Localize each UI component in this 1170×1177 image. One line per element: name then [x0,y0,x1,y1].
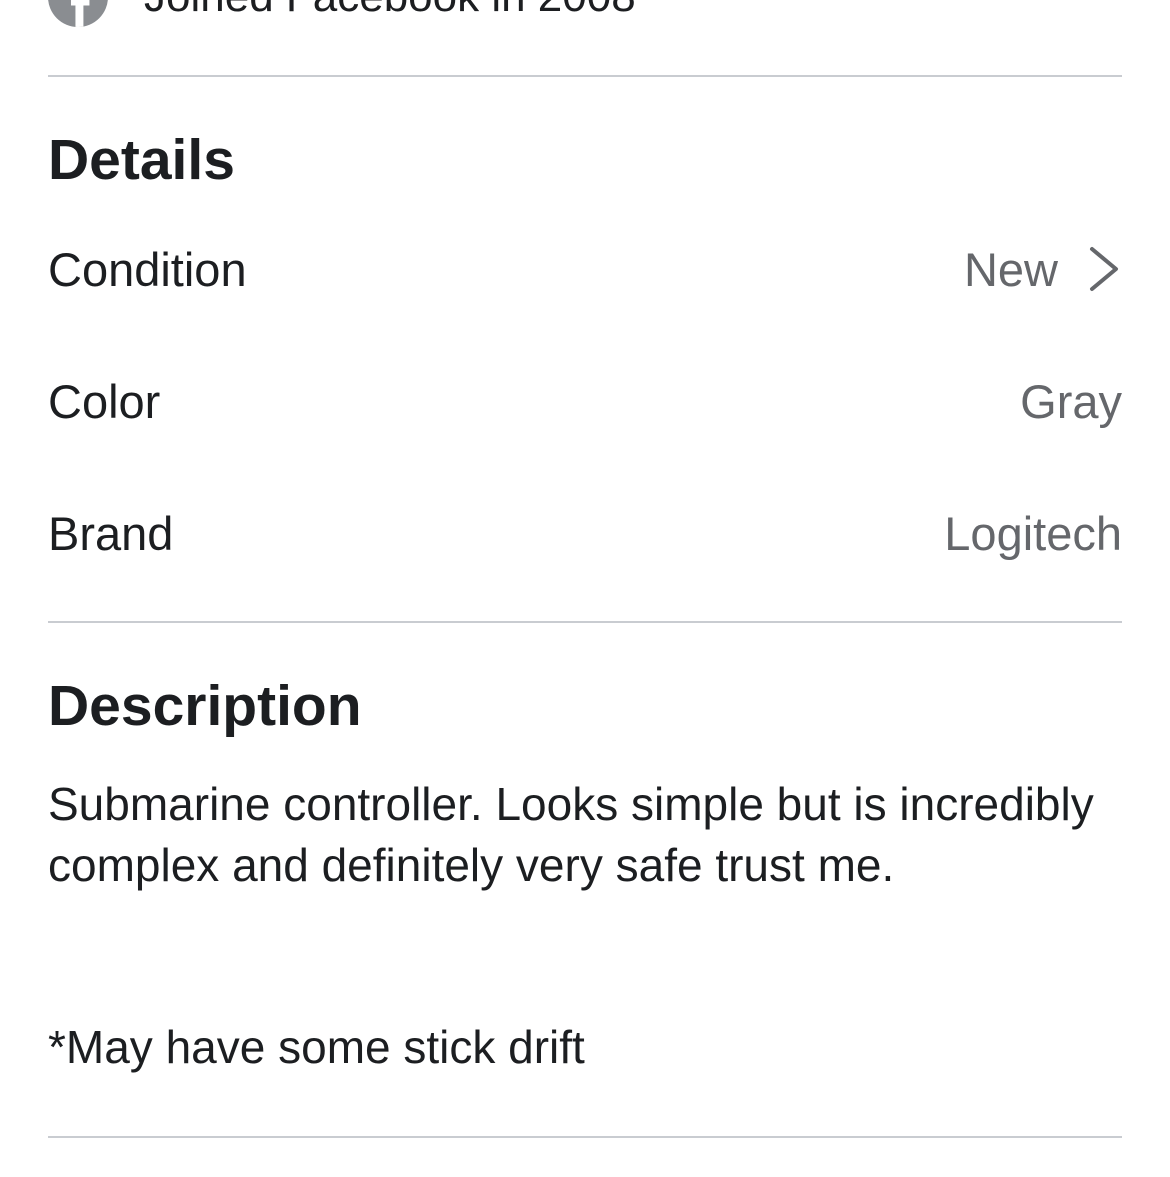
detail-label-condition: Condition [48,242,247,296]
divider [48,621,1122,623]
divider [48,75,1122,77]
detail-row-condition[interactable]: Condition New [48,234,1122,304]
description-note: *May have some stick drift [48,1021,585,1073]
seller-joined-text: Joined Facebook in 2008 [144,0,636,22]
detail-row-color: Color Gray [48,366,1122,436]
detail-value-brand: Logitech [944,506,1122,560]
divider [48,1136,1122,1138]
chevron-right-icon[interactable] [1086,245,1122,293]
detail-label-brand: Brand [48,506,174,560]
detail-value-condition: New [963,242,1058,296]
facebook-icon: f [48,0,108,27]
description-title: Description [48,674,362,738]
detail-value-condition-group: New [964,242,1122,297]
detail-value-color: Gray [1020,374,1122,428]
detail-row-brand: Brand Logitech [48,498,1122,568]
seller-joined-row: f Joined Facebook in 2008 [48,0,636,32]
details-title: Details [48,128,235,192]
detail-label-color: Color [48,374,161,428]
description-body: Submarine controller. Looks simple but i… [48,778,1094,891]
